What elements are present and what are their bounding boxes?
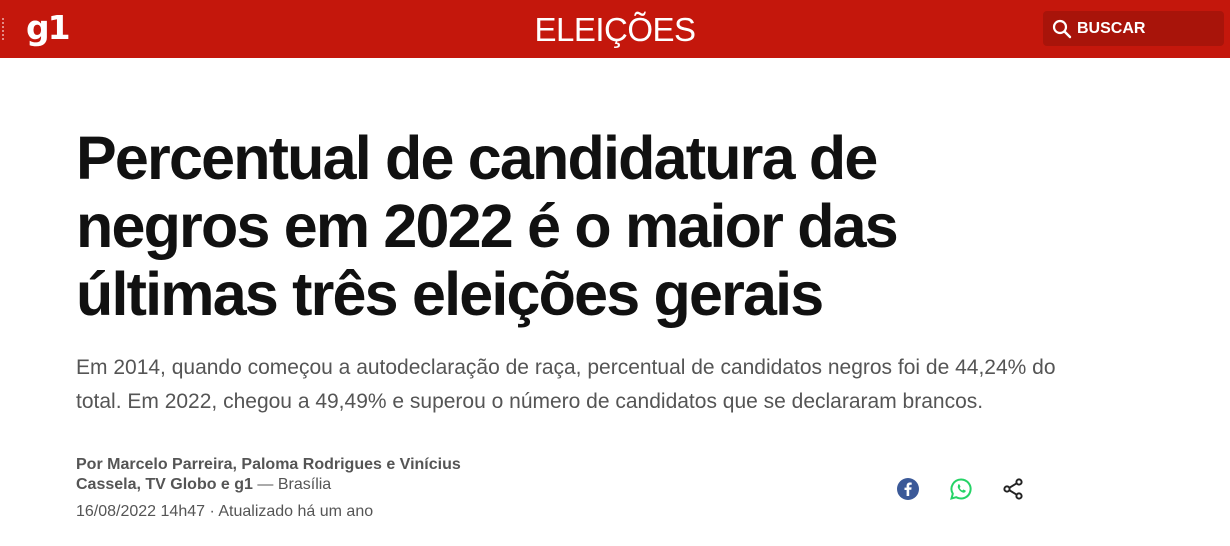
article-subtitle: Em 2014, quando começou a autodeclaração…: [76, 356, 1056, 413]
search-button[interactable]: BUSCAR: [1043, 11, 1224, 46]
search-icon: [1052, 19, 1072, 39]
article-location: — Brasília: [252, 476, 332, 493]
article-timestamp: 16/08/2022 14h47 · Atualizado há um ano: [76, 503, 374, 520]
share-icon: [1003, 478, 1023, 500]
share-button[interactable]: [1000, 476, 1026, 502]
search-label: BUSCAR: [1077, 19, 1146, 37]
facebook-icon: [897, 478, 919, 500]
whatsapp-icon: [950, 478, 972, 500]
facebook-share-button[interactable]: [895, 476, 921, 502]
whatsapp-share-button[interactable]: [948, 476, 974, 502]
article-headline: Percentual de candidatura de negros em 2…: [76, 124, 899, 328]
article-byline: Por Marcelo Parreira, Paloma Rodrigues e…: [76, 455, 516, 495]
top-bar: g1 ELEIÇÕES BUSCAR: [0, 0, 1230, 58]
